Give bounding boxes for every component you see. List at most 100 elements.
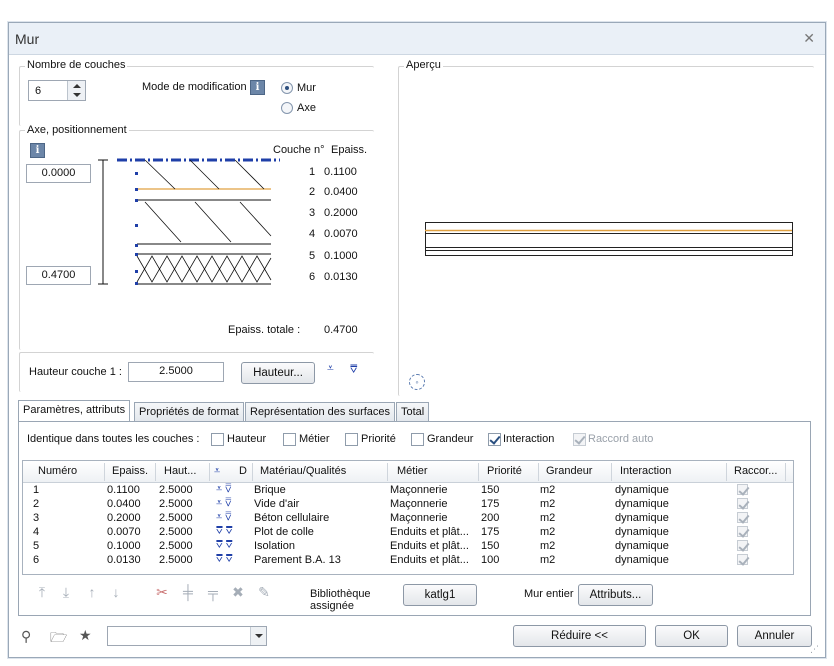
chk-metier-label: Métier — [299, 433, 330, 445]
mode-radio-axe[interactable] — [281, 102, 293, 114]
cell-thickness: 0.2000 — [107, 512, 141, 524]
cell-height: 2.5000 — [159, 498, 193, 510]
cell-num: 5 — [33, 540, 40, 552]
spin-down-icon[interactable] — [73, 93, 81, 97]
chk-height[interactable] — [211, 433, 224, 446]
cell-join-checkbox[interactable] — [737, 484, 748, 495]
layer-section-drawing[interactable] — [95, 152, 280, 292]
cell-metier: Maçonnerie — [390, 512, 448, 524]
col-d[interactable]: D — [239, 465, 247, 477]
remove-layer-icon[interactable]: ✖ — [230, 584, 246, 600]
mode-info-icon[interactable]: i — [250, 80, 265, 95]
col-numero[interactable]: Numéro — [38, 465, 77, 477]
cell-priority: 150 — [481, 484, 500, 496]
align-top-icon[interactable]: ⩢ — [350, 362, 357, 377]
cell-join-checkbox[interactable] — [737, 540, 748, 551]
tab-parameters[interactable]: Paramètres, attributs — [18, 400, 131, 421]
cell-num: 1 — [33, 484, 40, 496]
mode-radio-mur[interactable] — [281, 82, 293, 94]
col-size[interactable]: Grandeur — [546, 465, 592, 477]
chk-metier[interactable] — [283, 433, 296, 446]
row-align-icon[interactable]: ⩢ ⩢ — [216, 539, 232, 552]
layer-5-number: 5 — [309, 250, 316, 262]
title-bar[interactable]: Mur ✕ — [9, 23, 825, 55]
cell-material: Isolation — [254, 540, 295, 552]
layer-5-thickness: 0.1000 — [324, 250, 358, 262]
cell-join-checkbox[interactable] — [737, 512, 748, 523]
edit-pencil-icon[interactable]: ✎ — [256, 584, 272, 600]
tab-format[interactable]: Propriétés de format — [134, 402, 244, 421]
chk-interaction[interactable] — [488, 433, 501, 446]
cell-priority: 200 — [481, 512, 500, 524]
attributes-button[interactable]: Attributs... — [578, 584, 653, 606]
tab-surfaces[interactable]: Représentation des surfaces — [245, 402, 396, 421]
layer-2-thickness: 0.0400 — [324, 186, 358, 198]
col-material[interactable]: Matériau/Qualités — [260, 465, 346, 477]
layer-count-spinner[interactable]: 6 — [28, 80, 86, 101]
cell-size: m2 — [540, 484, 556, 496]
chk-size[interactable] — [411, 433, 424, 446]
cell-num: 6 — [33, 554, 40, 566]
reduce-button[interactable]: Réduire << — [513, 625, 646, 647]
favorite-icon[interactable]: ★ — [79, 627, 92, 644]
move-down-icon[interactable]: ↓ — [108, 584, 124, 600]
row-align-icon[interactable]: ⩢ ⩢ — [216, 525, 232, 538]
axis-top-field[interactable]: 0.0000 — [26, 164, 91, 183]
row-align-icon[interactable]: ⩡ ⩢ — [216, 483, 231, 496]
cell-join-checkbox[interactable] — [737, 526, 748, 537]
col-interaction[interactable]: Interaction — [620, 465, 671, 477]
cell-num: 3 — [33, 512, 40, 524]
ok-button[interactable]: OK — [655, 625, 728, 647]
open-folder-icon[interactable]: 🗁 — [50, 627, 67, 651]
axis-bottom-field[interactable]: 0.4700 — [26, 266, 91, 285]
layer-4-thickness: 0.0070 — [324, 228, 358, 240]
mode-option-axe: Axe — [297, 102, 316, 114]
row-align-icon[interactable]: ⩡ ⩢ — [216, 497, 231, 510]
col-thickness[interactable]: Epaiss. — [112, 465, 148, 477]
preview-zoom-icon[interactable]: ◦ — [409, 374, 425, 390]
layer-6-thickness: 0.0130 — [324, 271, 358, 283]
layers-group-label: Nombre de couches — [25, 59, 128, 71]
chk-priority[interactable] — [345, 433, 358, 446]
chevron-down-icon[interactable] — [250, 627, 266, 645]
close-icon[interactable]: ✕ — [803, 30, 815, 47]
split-layer-icon[interactable]: ╤ — [205, 584, 221, 600]
insert-layer-icon[interactable]: ╪ — [180, 584, 196, 600]
preview-drawing[interactable] — [424, 220, 796, 260]
total-thickness-label: Epaiss. totale : — [228, 324, 301, 336]
spin-up-icon[interactable] — [73, 84, 81, 88]
cancel-button[interactable]: Annuler — [737, 625, 812, 647]
preview-label: Aperçu — [404, 59, 443, 71]
resize-grip-icon[interactable]: ⋰ — [810, 644, 819, 655]
cell-interaction: dynamique — [615, 554, 669, 566]
axis-info-icon[interactable]: i — [30, 143, 45, 158]
height-button[interactable]: Hauteur... — [241, 362, 315, 384]
col-height[interactable]: Haut... — [164, 465, 196, 477]
move-up-icon[interactable]: ↑ — [84, 584, 100, 600]
col-align-icon: ⩡ — [214, 465, 221, 477]
row-align-icon[interactable]: ⩢ ⩢ — [216, 553, 232, 566]
align-bottom-icon[interactable]: ⩡ — [327, 361, 334, 376]
col-join[interactable]: Raccor... — [734, 465, 777, 477]
move-top-icon[interactable]: ⤒ — [34, 584, 50, 600]
tab-total[interactable]: Total — [396, 402, 430, 421]
favorites-combo[interactable] — [107, 626, 267, 646]
eyedropper-icon[interactable]: ⚲ — [21, 628, 31, 645]
cell-material: Vide d'air — [254, 498, 300, 510]
col-metier[interactable]: Métier — [397, 465, 428, 477]
library-button[interactable]: katlg1 — [403, 584, 477, 606]
height-field[interactable]: 2.5000 — [128, 362, 224, 382]
row-align-icon[interactable]: ⩡ ⩢ — [216, 511, 231, 524]
cell-height: 2.5000 — [159, 512, 193, 524]
cell-join-checkbox[interactable] — [737, 554, 748, 565]
total-thickness-value: 0.4700 — [324, 324, 358, 336]
library-label: Bibliothèque assignée — [310, 588, 371, 612]
col-priority[interactable]: Priorité — [487, 465, 522, 477]
cell-material: Parement B.A. 13 — [254, 554, 341, 566]
cell-interaction: dynamique — [615, 484, 669, 496]
cell-join-checkbox[interactable] — [737, 498, 748, 509]
delete-layer-icon[interactable]: ✂ — [154, 584, 170, 600]
cell-height: 2.5000 — [159, 526, 193, 538]
move-bottom-icon[interactable]: ⤓ — [58, 584, 74, 600]
cell-thickness: 0.0130 — [107, 554, 141, 566]
